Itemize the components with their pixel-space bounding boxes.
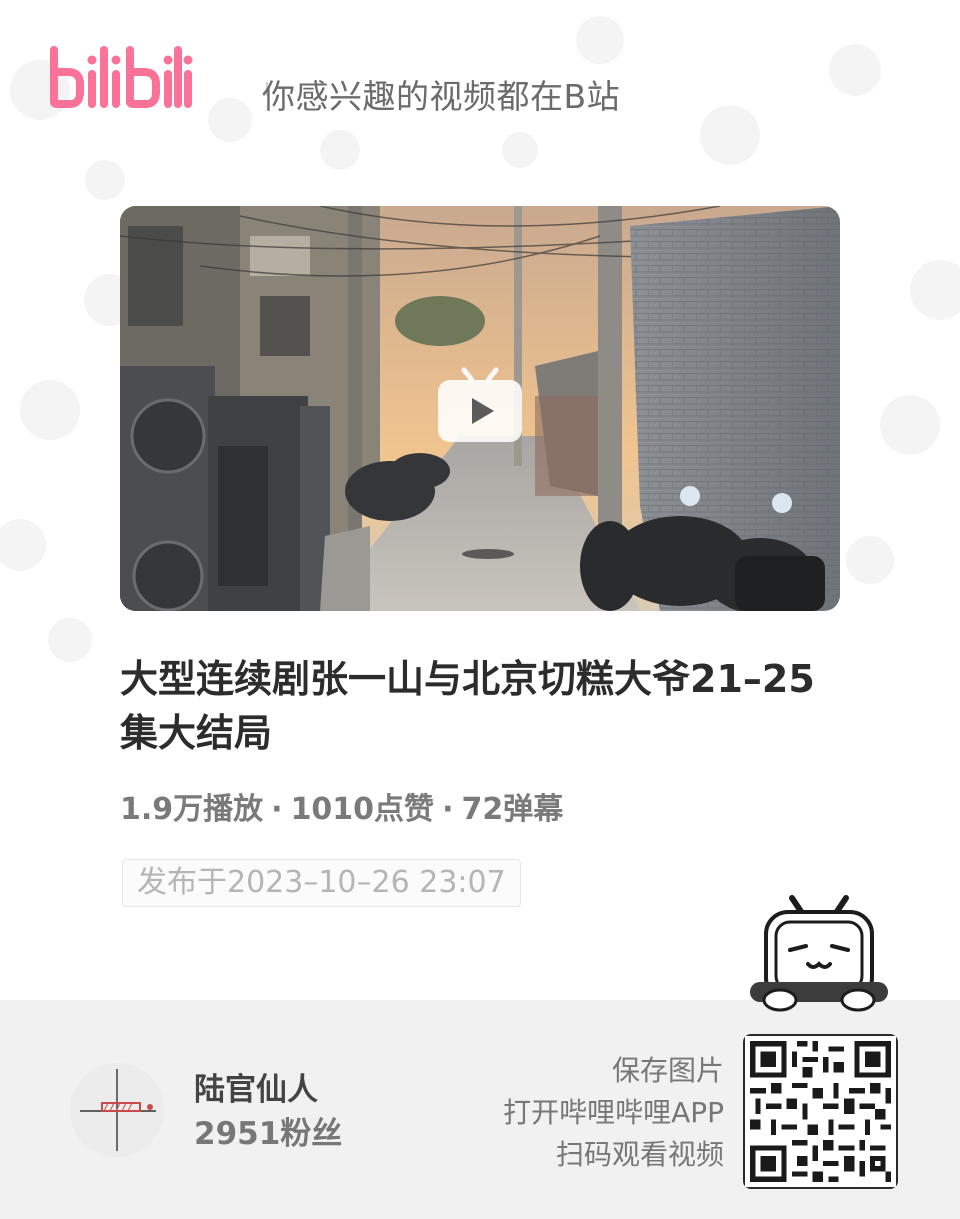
- uploader-name[interactable]: 陆官仙人: [194, 1064, 318, 1109]
- bilibili-logo: [50, 46, 193, 108]
- stat-separator: ·: [442, 792, 454, 827]
- header: 你感兴趣的视频都在B站: [44, 40, 924, 120]
- stat-separator: ·: [271, 792, 283, 827]
- save-image-text: 保存图片: [611, 1054, 724, 1087]
- video-title[interactable]: 大型连续剧张一山与北京切糕大爷21–25集大结局: [120, 652, 840, 760]
- view-count: 1.9万播放: [120, 792, 264, 827]
- bilibili-tv-mascot-icon: [750, 895, 888, 1012]
- publish-date: 发布于2023–10–26 23:07: [122, 859, 521, 907]
- qr-code-image: [745, 1036, 896, 1187]
- scan-to-watch-text: 扫码观看视频: [555, 1138, 724, 1171]
- tv-play-icon[interactable]: [436, 366, 524, 444]
- open-app-text: 打开哔哩哔哩APP: [503, 1096, 724, 1129]
- like-count: 1010点赞: [290, 792, 435, 827]
- avatar-image: [70, 1063, 164, 1157]
- video-stats: 1.9万播放 · 1010点赞 · 72弹幕: [120, 784, 563, 828]
- qr-code[interactable]: [743, 1034, 898, 1189]
- uploader-avatar[interactable]: [70, 1063, 164, 1157]
- share-instructions: 保存图片 打开哔哩哔哩APP 扫码观看视频: [503, 1050, 724, 1176]
- danmaku-count: 72弹幕: [461, 792, 564, 827]
- slogan: 你感兴趣的视频都在B站: [262, 77, 621, 116]
- uploader-fans: 2951粉丝: [194, 1116, 343, 1152]
